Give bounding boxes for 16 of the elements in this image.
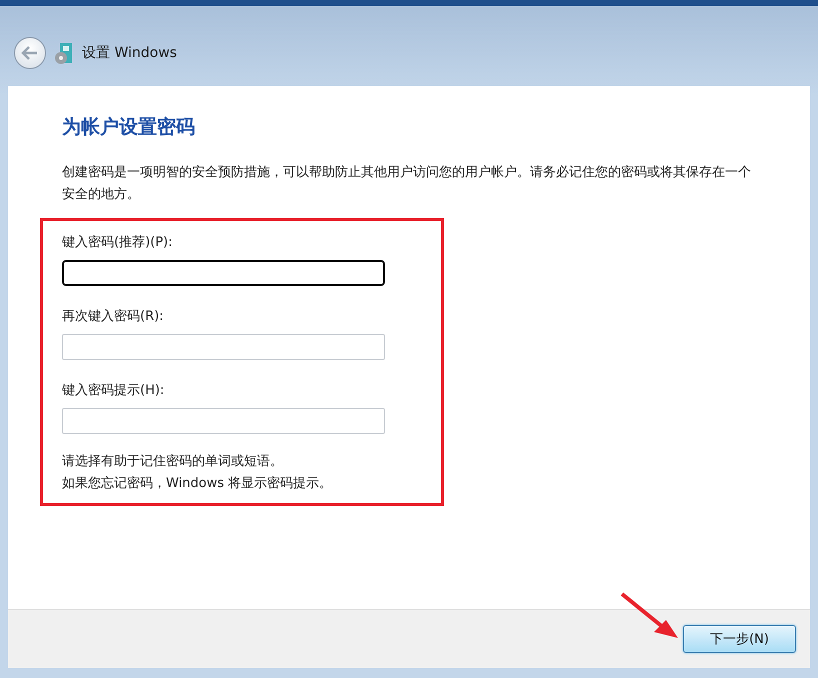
input-field[interactable] [62, 334, 385, 360]
back-button[interactable] [14, 37, 46, 69]
field-label: 再次键入密码(R): [62, 308, 165, 325]
hint-text: 如果您忘记密码，Windows 将显示密码提示。 [62, 475, 334, 493]
field-label: 键入密码(推荐)(P): [62, 234, 174, 251]
arrow-drawing [618, 590, 680, 640]
window-title: 设置 Windows [82, 44, 177, 62]
field-label: 键入密码提示(H): [62, 382, 166, 399]
page-heading: 为帐户设置密码 [62, 115, 196, 140]
input-field[interactable] [62, 260, 385, 286]
input-field[interactable] [62, 408, 385, 434]
setup-disc-icon [54, 41, 74, 65]
description-text: 创建密码是一项明智的安全预防措施，可以帮助防止其他用户访问您的用户帐户。请务必记住您的密码或将其保存在一个安全的地方。 [62, 164, 752, 204]
hint-text: 请选择有助于记住密码的单词或短语。 [62, 453, 284, 471]
next-button[interactable]: 下一步(N) [683, 625, 796, 653]
back-arrow-icon [21, 46, 39, 60]
